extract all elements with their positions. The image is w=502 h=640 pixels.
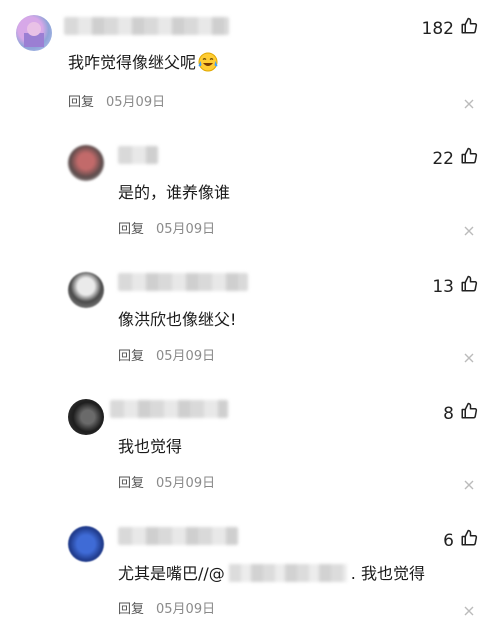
dismiss-button[interactable] <box>464 226 474 236</box>
username-redacted[interactable] <box>118 146 158 164</box>
close-icon <box>464 99 474 109</box>
comment-meta: 回复 05月09日 <box>118 348 215 366</box>
dismiss-button[interactable] <box>464 480 474 490</box>
close-icon <box>464 226 474 236</box>
comment-date: 05月09日 <box>156 602 216 617</box>
thumbs-up-icon <box>460 17 478 40</box>
thumbs-up-icon <box>460 275 478 298</box>
comment-date: 05月09日 <box>156 222 216 237</box>
comment-date: 05月09日 <box>106 95 166 110</box>
comment-meta: 回复 05月09日 <box>68 94 165 112</box>
reply-button[interactable]: 回复 <box>118 349 144 364</box>
reply-button[interactable]: 回复 <box>118 602 144 617</box>
close-icon <box>464 480 474 490</box>
avatar[interactable] <box>68 145 104 181</box>
comment-meta: 回复 05月09日 <box>118 601 215 619</box>
comment-text: 我也觉得 <box>118 437 183 456</box>
avatar[interactable] <box>68 272 104 308</box>
comment-text: 尤其是嘴巴//@. 我也觉得 <box>118 564 425 583</box>
close-icon <box>464 353 474 363</box>
comment-text: 是的，谁养像谁 <box>118 183 231 202</box>
thumbs-up-icon <box>460 402 478 425</box>
username-redacted[interactable] <box>110 400 228 418</box>
avatar[interactable] <box>16 15 52 51</box>
like-button[interactable]: 6 <box>443 529 478 552</box>
comment-meta: 回复 05月09日 <box>118 475 215 493</box>
mentioned-user-redacted[interactable] <box>228 564 347 582</box>
like-count: 13 <box>432 276 454 297</box>
reply-button[interactable]: 回复 <box>68 95 94 110</box>
avatar[interactable] <box>68 526 104 562</box>
comment-text: 我咋觉得像继父呢 <box>68 52 218 74</box>
avatar[interactable] <box>68 399 104 435</box>
reply-button[interactable]: 回复 <box>118 476 144 491</box>
like-button[interactable]: 13 <box>432 275 478 298</box>
like-count: 182 <box>421 18 454 39</box>
like-button[interactable]: 22 <box>432 147 478 170</box>
reply-button[interactable]: 回复 <box>118 222 144 237</box>
like-button[interactable]: 182 <box>422 17 478 40</box>
comment-meta: 回复 05月09日 <box>118 221 215 239</box>
like-count: 6 <box>443 530 454 551</box>
dismiss-button[interactable] <box>464 606 474 616</box>
like-button[interactable]: 8 <box>443 402 478 425</box>
comment-date: 05月09日 <box>156 349 216 364</box>
comment-text: 像洪欣也像继父! <box>118 310 237 329</box>
thumbs-up-icon <box>460 147 478 170</box>
like-count: 8 <box>443 403 454 424</box>
username-redacted[interactable] <box>64 17 229 35</box>
close-icon <box>464 606 474 616</box>
like-count: 22 <box>432 148 454 169</box>
comment-date: 05月09日 <box>156 476 216 491</box>
username-redacted[interactable] <box>118 527 238 545</box>
dismiss-button[interactable] <box>464 99 474 109</box>
username-redacted[interactable] <box>118 273 248 291</box>
thumbs-up-icon <box>460 529 478 552</box>
dismiss-button[interactable] <box>464 353 474 363</box>
crying-laughing-emoji-icon <box>198 52 218 72</box>
